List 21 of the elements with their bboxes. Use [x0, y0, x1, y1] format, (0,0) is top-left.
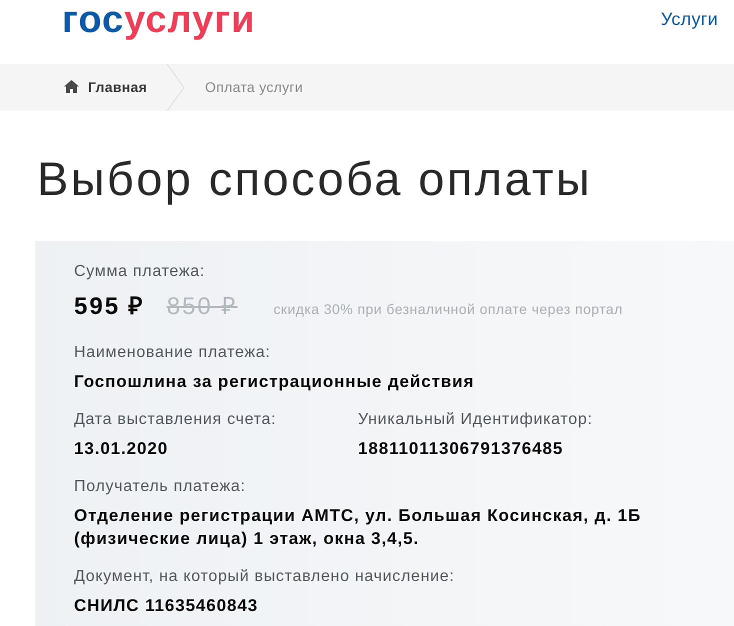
- field-value: Госпошлина за регистрационные действия: [74, 371, 474, 393]
- field-label: Уникальный Идентификатор:: [358, 411, 593, 429]
- payment-amount: 595 ₽: [74, 293, 145, 321]
- gosuslugi-logo[interactable]: госуслуги: [62, 0, 256, 40]
- field-value: СНИЛС 11635460843: [74, 595, 258, 617]
- field-label: Наименование платежа:: [74, 344, 271, 362]
- old-amount: 850 ₽: [166, 293, 238, 321]
- services-link[interactable]: Услуги: [660, 8, 718, 30]
- discount-note: скидка 30% при безналичной оплате через портал: [273, 301, 623, 317]
- chevron-divider-icon: [167, 64, 186, 111]
- field-value: 18811011306791376485: [358, 438, 564, 460]
- field-label: Документ, на который выставлено начисление:: [74, 568, 455, 586]
- field-value: Отделение регистрации АМТС, ул. Большая Косинская, д. 1Б (физические лица) 1 этаж, окна 3,4,5.: [74, 505, 642, 550]
- field-label: Дата выставления счета:: [74, 411, 276, 429]
- field-label: Сумма платежа:: [74, 263, 205, 281]
- current-page-breadcrumb-text: Оплата услуги: [205, 78, 303, 97]
- field-value: 13.01.2020: [74, 438, 168, 460]
- home-icon: [64, 80, 79, 93]
- field-label: Получатель платежа:: [74, 478, 246, 496]
- home-breadcrumb-link[interactable]: Главная: [88, 78, 148, 94]
- page-title: Выбор способа оплаты: [37, 151, 592, 207]
